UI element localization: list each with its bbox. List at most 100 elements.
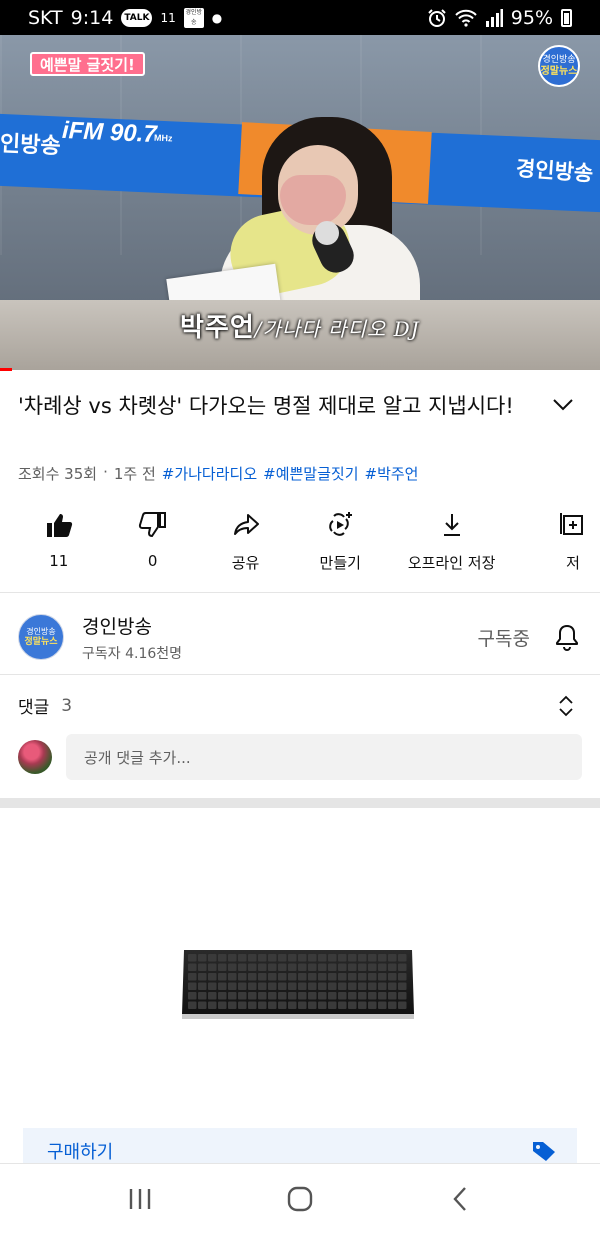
comment-input[interactable]: 공개 댓글 추가...	[66, 734, 582, 780]
keyboard-key	[268, 1001, 277, 1009]
keyboard-key	[198, 992, 207, 1000]
channel-name[interactable]: 경인방송	[82, 612, 182, 639]
download-label: 오프라인 저장	[407, 554, 496, 572]
like-button[interactable]: 11	[0, 510, 118, 573]
channel-avatar-line-1: 경인방송	[26, 627, 56, 636]
keyboard-key	[388, 1001, 397, 1009]
video-title: '차례상 vs 차롓상' 다가오는 명절 제대로 알고 지냅시다!	[18, 394, 514, 418]
keyboard-key	[358, 982, 367, 990]
keyboard-key	[388, 982, 397, 990]
keyboard-key	[378, 963, 387, 971]
divider	[0, 592, 600, 593]
channel-avatar[interactable]: 경인방송 정말뉴스	[18, 614, 64, 660]
hashtag-link[interactable]: #예쁜말글짓기	[263, 463, 358, 484]
keyboard-key	[388, 973, 397, 981]
subtitle-role: /가나다 라디오 DJ	[254, 317, 420, 341]
keyboard-product-image	[182, 950, 414, 1019]
bell-icon[interactable]	[552, 622, 582, 652]
keyboard-key	[188, 992, 197, 1000]
keyboard-key	[298, 954, 307, 962]
create-button[interactable]: 만들기	[303, 510, 377, 573]
keyboard-key	[328, 982, 337, 990]
product-card[interactable]	[0, 808, 600, 1163]
keyboard-key	[318, 954, 327, 962]
subscribed-button[interactable]: 구독중	[478, 624, 530, 651]
keyboard-key	[278, 1001, 287, 1009]
keyboard-key	[328, 1001, 337, 1009]
keyboard-key	[258, 973, 267, 981]
keyboard-key	[208, 973, 217, 981]
keyboard-key	[358, 1001, 367, 1009]
channel-row[interactable]: 경인방송 정말뉴스 경인방송 구독자 4.16천명 구독중	[18, 607, 582, 667]
keyboard-key	[338, 963, 347, 971]
comments-count: 3	[61, 695, 73, 716]
save-to-playlist-button[interactable]: 저	[526, 510, 600, 573]
keyboard-key	[218, 992, 227, 1000]
keyboard-key	[288, 954, 297, 962]
save-icon	[560, 513, 584, 535]
keyboard-key	[288, 992, 297, 1000]
keyboard-key	[198, 963, 207, 971]
clock: 9:14	[70, 6, 114, 29]
keyboard-key	[238, 982, 247, 990]
keyboard-key	[228, 992, 237, 1000]
keyboard-key	[278, 982, 287, 990]
battery-percent: 95%	[510, 6, 553, 29]
keyboard-key	[308, 992, 317, 1000]
keyboard-key	[368, 954, 377, 962]
keyboard-key	[308, 973, 317, 981]
keyboard-key	[368, 982, 377, 990]
keyboard-key	[298, 982, 307, 990]
keyboard-key	[188, 963, 197, 971]
buy-label: 구매하기	[47, 1141, 114, 1163]
price-tag-icon	[533, 1142, 555, 1161]
home-button[interactable]	[280, 1179, 320, 1219]
keyboard-key	[198, 954, 207, 962]
keyboard-key	[378, 973, 387, 981]
keyboard-key	[258, 954, 267, 962]
video-title-row[interactable]: '차례상 vs 차롓상' 다가오는 명절 제대로 알고 지냅시다!	[18, 388, 588, 424]
meta-separator: ·	[103, 463, 108, 481]
keyboard-key	[288, 982, 297, 990]
divider	[0, 674, 600, 675]
keyboard-key	[328, 954, 337, 962]
keyboard-key	[358, 992, 367, 1000]
corner-tag: 예쁜말 글짓기!	[30, 52, 145, 76]
keyboard-key	[398, 973, 407, 981]
keyboard-key	[218, 973, 227, 981]
expand-collapse-icon[interactable]	[558, 695, 574, 717]
home-icon	[287, 1186, 313, 1211]
keyboard-key	[208, 963, 217, 971]
comments-header[interactable]: 댓글 3	[18, 693, 582, 718]
keyboard-key	[348, 954, 357, 962]
share-button[interactable]: 공유	[188, 510, 304, 573]
keyboard-key	[198, 973, 207, 981]
subscriber-count: 구독자 4.16천명	[82, 645, 183, 662]
keyboard-key	[298, 1001, 307, 1009]
download-button[interactable]: 오프라인 저장	[377, 510, 526, 573]
keyboard-key	[318, 992, 327, 1000]
dislike-button[interactable]: 0	[118, 510, 188, 573]
share-label: 공유	[231, 554, 260, 572]
chevron-down-icon	[553, 399, 573, 411]
network-notification-icon: 11	[160, 10, 176, 25]
back-button[interactable]	[440, 1179, 480, 1219]
hashtag-link[interactable]: #박주언	[365, 463, 419, 484]
video-progress-bar[interactable]	[0, 368, 600, 371]
logo-line-1: 경인방송	[542, 55, 576, 65]
keyboard-key	[368, 973, 377, 981]
keyboard-key	[318, 973, 327, 981]
download-icon	[443, 514, 460, 536]
keyboard-key	[218, 982, 227, 990]
subtitle-name: 박주언	[180, 313, 255, 343]
video-player[interactable]: 인방송 iFM 90.7 MHz 경인방송 예쁜말 글짓기! 경인방송 정말뉴스…	[0, 35, 600, 370]
keyboard-key	[208, 992, 217, 1000]
system-nav-bar	[0, 1163, 600, 1233]
recent-apps-button[interactable]	[120, 1179, 160, 1219]
video-progress-fill	[0, 368, 12, 371]
expand-description-button[interactable]	[550, 392, 576, 418]
keyboard-key	[288, 1001, 297, 1009]
keyboard-key	[258, 963, 267, 971]
hashtag-link[interactable]: #가나다라디오	[162, 463, 257, 484]
video-meta: 조회수 35회 · 1주 전 #가나다라디오 #예쁜말글짓기 #박주언	[18, 463, 418, 484]
